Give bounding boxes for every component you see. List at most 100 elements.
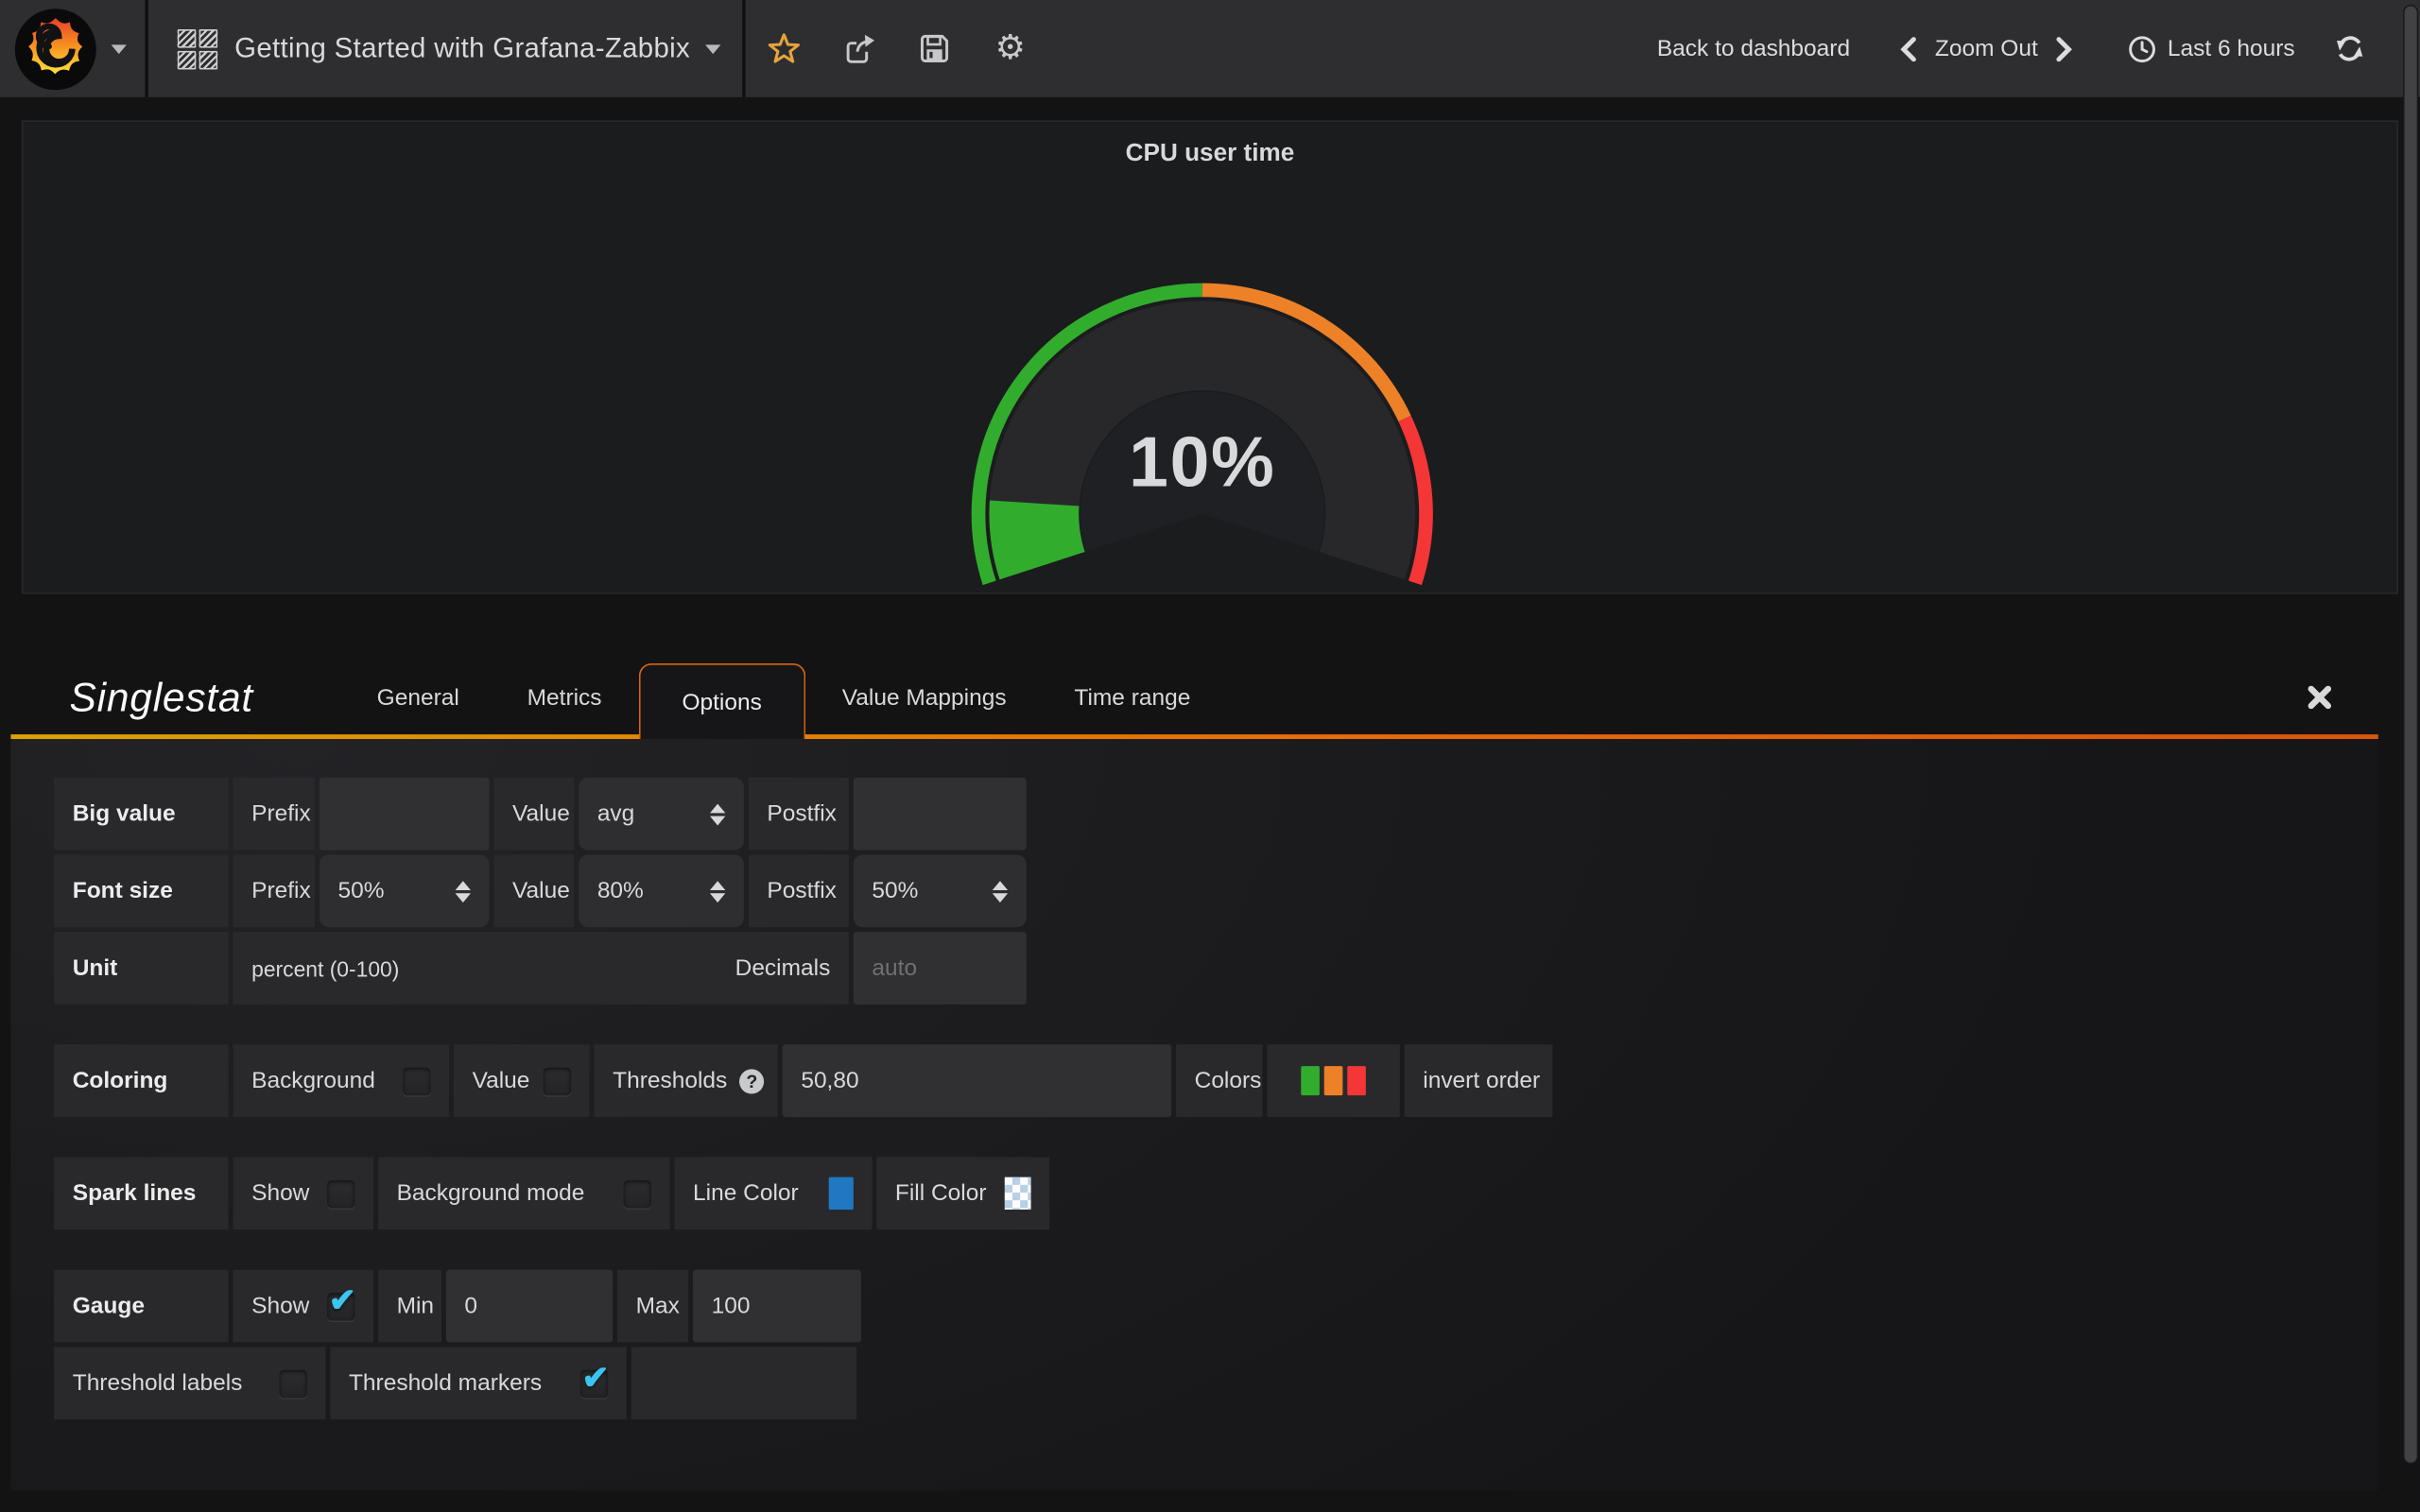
tab-general[interactable]: General xyxy=(343,656,493,739)
editor-panel-type: Singlestat xyxy=(69,674,253,722)
unit-row: Unit percent (0-100) Decimals auto xyxy=(54,932,2378,1005)
thresholds-cell: Thresholds xyxy=(595,1044,778,1117)
gauge-show-checkbox[interactable] xyxy=(327,1292,354,1319)
background-mode-label: Background mode xyxy=(397,1180,585,1207)
logo-caret-icon xyxy=(112,44,127,54)
dashboard-caret-icon xyxy=(705,44,720,54)
back-to-dashboard-button[interactable]: Back to dashboard xyxy=(1657,36,1850,62)
chevron-right-icon xyxy=(2056,36,2073,60)
gear-icon: ⚙ xyxy=(995,31,1026,65)
options-form: Big value Prefix Value avg Postfix Font … xyxy=(10,739,2377,1490)
select-stepper-icon xyxy=(980,880,1008,902)
threshold-options-row: Threshold labels Threshold markers xyxy=(54,1347,2378,1419)
spark-lines-label: Spark lines xyxy=(54,1157,228,1229)
gauge-row: Gauge Show Min 0 Max 100 xyxy=(54,1270,2378,1343)
threshold-labels-checkbox[interactable] xyxy=(280,1369,307,1397)
color-swatch-red[interactable] xyxy=(1347,1066,1366,1095)
threshold-labels-cell: Threshold labels xyxy=(54,1347,325,1419)
scrollbar[interactable] xyxy=(2403,5,2418,1464)
threshold-labels-label: Threshold labels xyxy=(73,1370,243,1397)
decimals-input[interactable]: auto xyxy=(854,932,1027,1005)
navbar: Getting Started with Grafana-Zabbix xyxy=(0,0,2420,97)
max-label: Max xyxy=(617,1270,688,1343)
spark-lines-row: Spark lines Show Background mode Line Co… xyxy=(54,1157,2378,1229)
share-button[interactable] xyxy=(821,0,897,97)
editor-header: Singlestat General Metrics Options Value… xyxy=(10,656,2377,739)
unit-select[interactable]: percent (0-100) xyxy=(251,955,399,980)
zoom-out-button[interactable]: Zoom Out xyxy=(1935,36,2038,62)
save-icon xyxy=(919,32,951,64)
tab-options[interactable]: Options xyxy=(639,663,805,739)
background-label: Background xyxy=(251,1068,375,1094)
fill-color-swatch[interactable] xyxy=(1005,1177,1031,1210)
big-value-prefix-input[interactable] xyxy=(320,778,490,850)
thresholds-help-icon[interactable] xyxy=(739,1069,764,1093)
line-color-swatch[interactable] xyxy=(829,1177,854,1210)
chevron-left-icon xyxy=(1899,36,1916,60)
sparkline-show-checkbox[interactable] xyxy=(327,1179,354,1207)
big-value-label: Big value xyxy=(54,778,228,850)
star-icon xyxy=(767,32,801,64)
select-stepper-icon xyxy=(698,803,725,825)
font-size-row: Font size Prefix 50% Value 80% Postfix 5… xyxy=(54,854,2378,927)
prefix-label: Prefix xyxy=(233,778,316,850)
time-shift-left-button[interactable] xyxy=(1881,36,1935,60)
unit-cell: percent (0-100) Decimals xyxy=(233,932,849,1005)
colors-label: Colors xyxy=(1176,1044,1262,1117)
big-value-postfix-input[interactable] xyxy=(854,778,1027,850)
coloring-label: Coloring xyxy=(54,1044,228,1117)
color-swatch-green[interactable] xyxy=(1301,1066,1320,1095)
select-stepper-icon xyxy=(698,880,725,902)
value-font-size-select[interactable]: 80% xyxy=(579,854,744,927)
time-shift-right-button[interactable] xyxy=(2038,36,2092,60)
min-label: Min xyxy=(378,1270,441,1343)
grafana-logo-icon xyxy=(14,7,97,90)
postfix-label: Postfix xyxy=(749,778,849,850)
postfix-font-size-select[interactable]: 50% xyxy=(854,854,1027,927)
show-label: Show xyxy=(251,1293,309,1319)
gauge-panel[interactable]: CPU user time 10% xyxy=(22,120,2398,593)
coloring-value-cell: Value xyxy=(454,1044,590,1117)
big-value-row: Big value Prefix Value avg Postfix xyxy=(54,778,2378,850)
thresholds-label: Thresholds xyxy=(613,1068,727,1094)
fill-color-cell: Fill Color xyxy=(876,1157,1049,1229)
coloring-background-cell: Background xyxy=(233,1044,450,1117)
star-button[interactable] xyxy=(746,0,821,97)
gauge-label: Gauge xyxy=(54,1270,228,1343)
big-value-stat-select[interactable]: avg xyxy=(579,778,744,850)
editor-accent-line xyxy=(10,734,2377,739)
value-label: Value xyxy=(493,854,574,927)
thresholds-input[interactable]: 50,80 xyxy=(783,1044,1171,1117)
value-label: Value xyxy=(473,1068,530,1094)
tab-time-range[interactable]: Time range xyxy=(1040,656,1224,739)
value-checkbox[interactable] xyxy=(544,1067,571,1094)
tab-value-mappings[interactable]: Value Mappings xyxy=(808,656,1041,739)
panel-title[interactable]: CPU user time xyxy=(23,141,2396,168)
gauge-max-input[interactable]: 100 xyxy=(693,1270,861,1343)
time-range-picker[interactable]: Last 6 hours xyxy=(2129,35,2295,62)
background-checkbox[interactable] xyxy=(403,1067,430,1094)
threshold-markers-checkbox[interactable] xyxy=(580,1369,608,1397)
color-swatch-orange[interactable] xyxy=(1324,1066,1343,1095)
close-editor-button[interactable] xyxy=(2308,685,2332,710)
gauge-min-input[interactable]: 0 xyxy=(446,1270,613,1343)
grafana-logo-menu[interactable] xyxy=(0,0,145,97)
dashboard-title: Getting Started with Grafana-Zabbix xyxy=(234,32,690,64)
font-size-label: Font size xyxy=(54,854,228,927)
fill-color-label: Fill Color xyxy=(895,1180,987,1207)
tab-metrics[interactable]: Metrics xyxy=(493,656,636,739)
line-color-label: Line Color xyxy=(693,1180,799,1207)
sparkline-show-cell: Show xyxy=(233,1157,374,1229)
time-range-label: Last 6 hours xyxy=(2168,36,2295,62)
postfix-label: Postfix xyxy=(749,854,849,927)
prefix-font-size-select[interactable]: 50% xyxy=(320,854,490,927)
settings-button[interactable]: ⚙ xyxy=(973,0,1048,97)
invert-order-button[interactable]: invert order xyxy=(1405,1044,1553,1117)
refresh-button[interactable] xyxy=(2335,34,2364,63)
save-button[interactable] xyxy=(897,0,973,97)
gauge-value: 10% xyxy=(971,420,1434,503)
grafana-app: Getting Started with Grafana-Zabbix xyxy=(0,0,2420,1512)
dashboard-picker[interactable]: Getting Started with Grafana-Zabbix xyxy=(148,0,743,97)
background-mode-checkbox[interactable] xyxy=(624,1179,651,1207)
close-icon xyxy=(2308,685,2332,710)
